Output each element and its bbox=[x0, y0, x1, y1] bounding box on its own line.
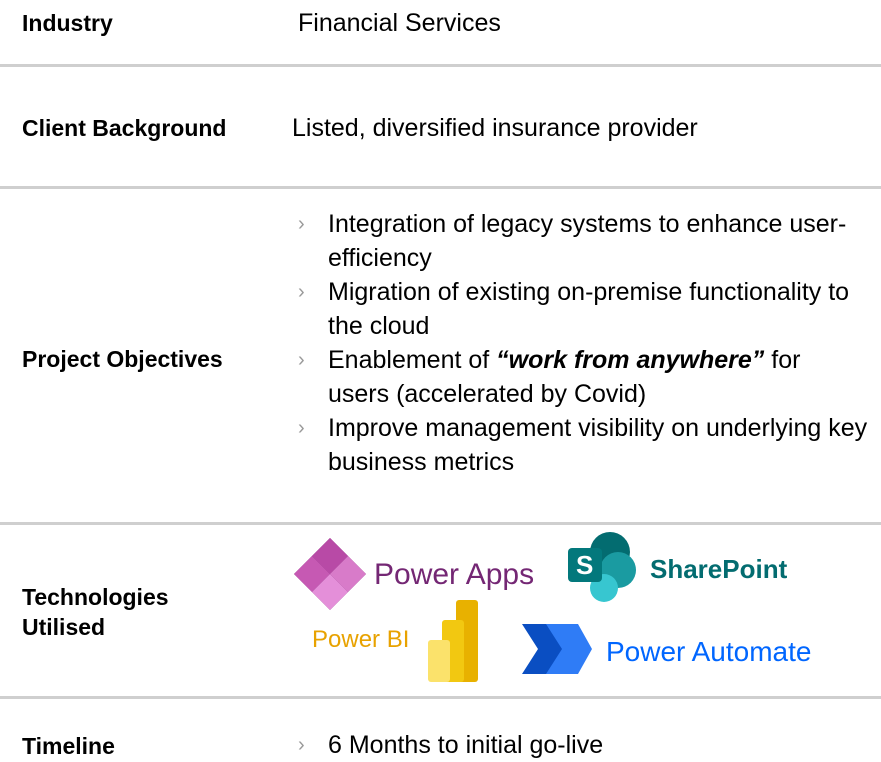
divider bbox=[0, 64, 881, 67]
power-bi-logo: Power BI bbox=[312, 600, 492, 682]
timeline-value: 6 Months to initial go-live bbox=[328, 731, 604, 759]
divider bbox=[0, 186, 881, 189]
power-automate-logo-icon bbox=[522, 624, 592, 674]
sharepoint-letter: S bbox=[576, 550, 594, 580]
power-automate-logo: Power Automate bbox=[520, 620, 860, 680]
client-background-value: Listed, diversified insurance provider bbox=[292, 114, 698, 142]
sharepoint-logo: S SharePoint bbox=[566, 532, 816, 604]
project-objectives-label: Project Objectives bbox=[22, 346, 223, 372]
objective-text: Improve management visibility on underly… bbox=[328, 414, 868, 476]
chevron-right-icon: › bbox=[298, 349, 305, 371]
industry-value: Financial Services bbox=[298, 9, 501, 37]
objective-emphasis: “work from anywhere” bbox=[496, 346, 765, 374]
power-bi-text: Power BI bbox=[312, 626, 410, 653]
sharepoint-text: SharePoint bbox=[650, 554, 788, 584]
power-bi-logo-icon bbox=[428, 600, 478, 682]
chevron-right-icon: › bbox=[298, 281, 305, 303]
technologies-label-line2: Utilised bbox=[22, 614, 106, 640]
objectives-list: › Integration of legacy systems to enhan… bbox=[298, 207, 868, 479]
chevron-right-icon: › bbox=[298, 417, 305, 439]
chevron-right-icon: › bbox=[298, 734, 305, 756]
power-automate-text: Power Automate bbox=[606, 636, 812, 667]
timeline-item: › 6 Months to initial go-live bbox=[298, 728, 603, 762]
technologies-label-line1: Technologies bbox=[22, 584, 169, 610]
list-item: › Enablement of “work from anywhere” for… bbox=[298, 343, 868, 411]
objective-text: Integration of legacy systems to enhance… bbox=[328, 210, 847, 272]
divider bbox=[0, 696, 881, 699]
timeline-label: Timeline bbox=[22, 733, 115, 759]
list-item: › Improve management visibility on under… bbox=[298, 411, 868, 479]
client-background-label: Client Background bbox=[22, 115, 227, 141]
list-item: › Integration of legacy systems to enhan… bbox=[298, 207, 868, 275]
objective-text: Enablement of bbox=[328, 346, 497, 374]
list-item: › Migration of existing on-premise funct… bbox=[298, 275, 868, 343]
technologies-label: Technologies Utilised bbox=[22, 582, 169, 642]
chevron-right-icon: › bbox=[298, 213, 305, 235]
divider bbox=[0, 522, 881, 525]
power-apps-text: Power Apps bbox=[374, 558, 535, 591]
industry-label: Industry bbox=[22, 10, 113, 36]
objective-text: Migration of existing on-premise functio… bbox=[328, 278, 850, 340]
